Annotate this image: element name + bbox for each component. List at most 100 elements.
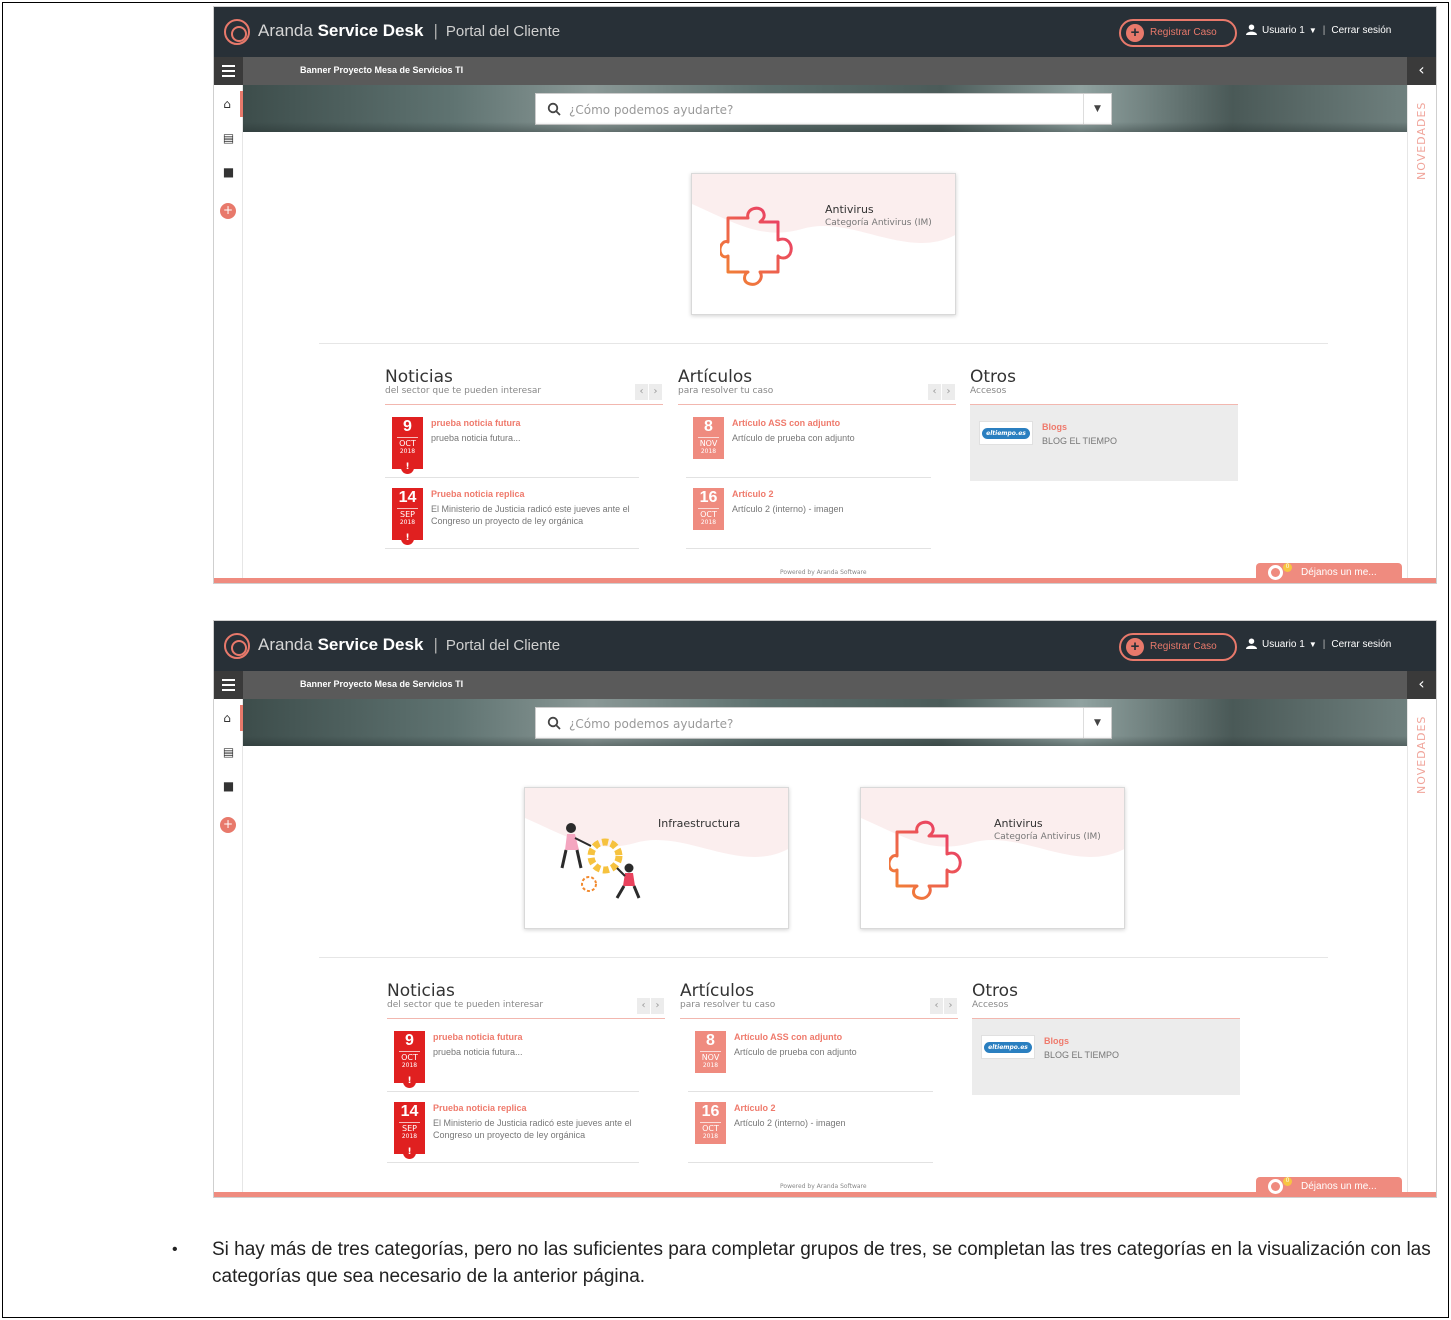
paragraph-text: Si hay más de tres categorías, pero no l… [212, 1239, 1431, 1287]
date-badge: 16 OCT 2018 [695, 1102, 726, 1144]
next-icon[interactable]: › [649, 384, 662, 400]
chat-icon [1268, 1179, 1283, 1194]
news-title[interactable]: prueba noticia futura [431, 418, 521, 428]
article-item[interactable]: 8 NOV 2018 Artículo ASS con adjunto Artícu… [688, 1024, 933, 1092]
add-icon[interactable]: + [220, 203, 236, 219]
category-card-infraestructura[interactable]: Infraestructura [524, 787, 789, 929]
search-input[interactable]: ¿Cómo podemos ayudarte? [569, 103, 733, 117]
category-description: Categoría Antivirus (IM) [994, 832, 1101, 842]
news-item[interactable]: 9 OCT 2018! prueba noticia futura prueba n… [387, 1024, 639, 1092]
article-title[interactable]: Artículo ASS con adjunto [734, 1032, 842, 1042]
news-item[interactable]: 9 OCT 2018! prueba noticia futura prueba n… [385, 410, 639, 478]
aranda-logo-icon[interactable] [224, 633, 250, 659]
user-icon [1246, 24, 1257, 35]
chevron-left-icon[interactable]: ‹ [1407, 57, 1436, 85]
caret-down-icon[interactable]: ▼ [1083, 94, 1111, 124]
section-divider [319, 957, 1328, 958]
article-title[interactable]: Artículo ASS con adjunto [732, 418, 840, 428]
user-icon [1246, 638, 1257, 649]
otros-title[interactable]: Blogs [1044, 1036, 1069, 1046]
article-item[interactable]: 16 OCT 2018 Artículo 2 Artículo 2 (interno… [686, 481, 931, 549]
home-icon[interactable]: ⌂ [214, 91, 243, 117]
chat-button[interactable]: 0 Déjanos un me... [1256, 1177, 1402, 1197]
news-title[interactable]: Prueba noticia replica [431, 489, 525, 499]
prev-icon[interactable]: ‹ [928, 384, 941, 400]
hero-banner: ¿Cómo podemos ayudarte? ▼ [243, 85, 1407, 132]
register-case-button[interactable]: + Registrar Caso [1119, 633, 1237, 661]
category-name: Antivirus [994, 817, 1043, 830]
next-icon[interactable]: › [651, 998, 664, 1014]
otros-link-item[interactable]: eltiempo.es Blogs BLOG EL TIEMPO [970, 405, 1238, 481]
user-menu[interactable]: Usuario 1 ▼ | Cerrar sesión [1246, 638, 1391, 650]
prev-icon[interactable]: ‹ [635, 384, 648, 400]
caret-down-icon[interactable]: ▼ [1083, 708, 1111, 738]
plus-icon: + [1126, 24, 1144, 42]
powered-by: Powered by Aranda Software [780, 1183, 867, 1190]
novedades-label[interactable]: NOVEDADES [1415, 709, 1428, 794]
banner-bar: Banner Proyecto Mesa de Servicios TI ‹ [214, 671, 1436, 699]
date-badge: 14 SEP 2018! [392, 488, 423, 545]
portal-screenshot-1: Aranda Service Desk | Portal del Cliente +… [213, 6, 1437, 584]
article-title[interactable]: Artículo 2 [732, 489, 774, 499]
date-badge: 9 OCT 2018! [394, 1031, 425, 1088]
portal-screenshot-2: Aranda Service Desk | Portal del Cliente +… [213, 620, 1437, 1198]
chat-count-badge: 0 [1283, 1177, 1292, 1186]
register-case-button[interactable]: + Registrar Caso [1119, 19, 1237, 47]
alert-icon: ! [401, 532, 414, 545]
menu-icon[interactable] [214, 671, 243, 699]
otros-link-item[interactable]: eltiempo.es Blogs BLOG EL TIEMPO [972, 1019, 1240, 1095]
logout-link[interactable]: Cerrar sesión [1331, 25, 1391, 36]
home-icon[interactable]: ⌂ [214, 705, 243, 731]
puzzle-icon [889, 820, 962, 900]
date-badge: 14 SEP 2018! [394, 1102, 425, 1159]
aranda-logo-icon[interactable] [224, 19, 250, 45]
date-badge: 8 NOV 2018 [695, 1031, 726, 1073]
chat-button[interactable]: 0 Déjanos un me... [1256, 563, 1402, 583]
add-icon[interactable]: + [220, 817, 236, 833]
book-icon[interactable]: ■ [214, 773, 243, 799]
search-icon [547, 716, 561, 730]
news-item[interactable]: 14 SEP 2018! Prueba noticia replica El Min… [385, 481, 639, 549]
chevron-down-icon: ▼ [1308, 640, 1317, 649]
left-sidebar: ⌂ ▤ ■ + [214, 85, 243, 583]
clipboard-icon[interactable]: ▤ [214, 125, 243, 151]
book-icon[interactable]: ■ [214, 159, 243, 185]
article-item[interactable]: 16 OCT 2018 Artículo 2 Artículo 2 (interno… [688, 1095, 933, 1163]
search-input[interactable]: ¿Cómo podemos ayudarte? [569, 717, 733, 731]
user-menu[interactable]: Usuario 1 ▼ | Cerrar sesión [1246, 24, 1391, 36]
news-title[interactable]: prueba noticia futura [433, 1032, 523, 1042]
prev-icon[interactable]: ‹ [637, 998, 650, 1014]
date-badge: 16 OCT 2018 [693, 488, 724, 530]
articulos-pager: ‹ › [930, 993, 958, 1014]
hero-banner: ¿Cómo podemos ayudarte? ▼ [243, 699, 1407, 746]
clipboard-icon[interactable]: ▤ [214, 739, 243, 765]
date-badge: 8 NOV 2018 [693, 417, 724, 459]
logout-link[interactable]: Cerrar sesión [1331, 639, 1391, 650]
chat-count-badge: 0 [1283, 563, 1292, 572]
news-item[interactable]: 14 SEP 2018! Prueba noticia replica El Min… [387, 1095, 639, 1163]
category-description: Categoría Antivirus (IM) [825, 218, 932, 228]
category-card-antivirus[interactable]: Antivirus Categoría Antivirus (IM) [691, 173, 956, 315]
search-box[interactable]: ¿Cómo podemos ayudarte? ▼ [535, 707, 1112, 739]
search-box[interactable]: ¿Cómo podemos ayudarte? ▼ [535, 93, 1112, 125]
banner-title: Banner Proyecto Mesa de Servicios TI [300, 679, 464, 689]
otros-title[interactable]: Blogs [1042, 422, 1067, 432]
left-sidebar: ⌂ ▤ ■ + [214, 699, 243, 1197]
banner-bar: Banner Proyecto Mesa de Servicios TI ‹ [214, 57, 1436, 85]
article-item[interactable]: 8 NOV 2018 Artículo ASS con adjunto Artícu… [686, 410, 931, 478]
news-title[interactable]: Prueba noticia replica [433, 1103, 527, 1113]
news-rail[interactable]: NOVEDADES [1407, 699, 1436, 1197]
novedades-label[interactable]: NOVEDADES [1415, 95, 1428, 180]
news-rail[interactable]: NOVEDADES [1407, 85, 1436, 583]
banner-title: Banner Proyecto Mesa de Servicios TI [300, 65, 464, 75]
eltiempo-logo: eltiempo.es [981, 1035, 1035, 1059]
menu-icon[interactable] [214, 57, 243, 85]
top-navbar: Aranda Service Desk | Portal del Cliente +… [214, 621, 1436, 671]
prev-icon[interactable]: ‹ [930, 998, 943, 1014]
category-card-antivirus[interactable]: Antivirus Categoría Antivirus (IM) [860, 787, 1125, 929]
article-title[interactable]: Artículo 2 [734, 1103, 776, 1113]
plus-icon: + [1126, 638, 1144, 656]
next-icon[interactable]: › [942, 384, 955, 400]
next-icon[interactable]: › [944, 998, 957, 1014]
chevron-left-icon[interactable]: ‹ [1407, 671, 1436, 699]
